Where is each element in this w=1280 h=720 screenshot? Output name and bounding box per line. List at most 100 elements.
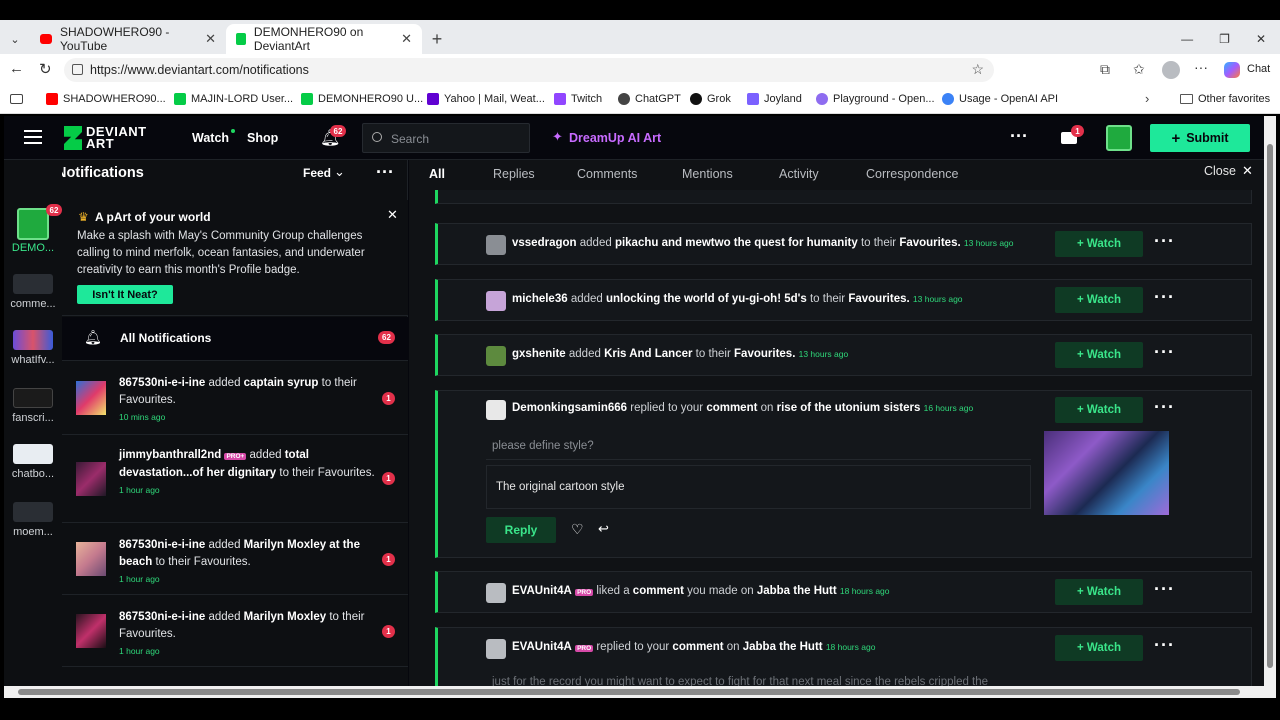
watch-button[interactable]: + Watch bbox=[1055, 635, 1143, 661]
tab-comments[interactable]: Comments bbox=[577, 167, 637, 181]
card-more-icon[interactable]: ··· bbox=[1154, 579, 1175, 600]
item-title[interactable]: comment bbox=[706, 402, 757, 414]
close-tab-icon[interactable]: ✕ bbox=[401, 31, 412, 47]
target-link[interactable]: Jabba the Hutt bbox=[743, 641, 823, 653]
item-title[interactable]: Marilyn Moxley bbox=[244, 611, 326, 623]
watch-button[interactable]: + Watch bbox=[1055, 231, 1143, 257]
rail-item-demonhero[interactable]: 62 DEMO... bbox=[6, 204, 62, 254]
card-more-icon[interactable]: ··· bbox=[1154, 342, 1175, 363]
rail-item[interactable]: fanscri... bbox=[6, 388, 60, 424]
watch-button[interactable]: + Watch bbox=[1055, 342, 1143, 368]
tab-all[interactable]: All bbox=[429, 167, 445, 181]
restore-icon[interactable]: ❐ bbox=[1219, 32, 1230, 46]
rail-item[interactable]: whatIfv... bbox=[6, 330, 60, 366]
rail-item[interactable]: moem... bbox=[6, 502, 60, 538]
rail-item[interactable]: chatbo... bbox=[6, 444, 60, 480]
profile-avatar[interactable] bbox=[1162, 61, 1180, 79]
item-title[interactable]: comment bbox=[672, 641, 723, 653]
avatar[interactable] bbox=[486, 235, 506, 255]
target-link[interactable]: rise of the utonium sisters bbox=[777, 402, 921, 414]
more-options-icon[interactable]: ··· bbox=[1010, 126, 1028, 147]
bookmark-item[interactable]: DEMONHERO90 U... bbox=[301, 93, 423, 105]
avatar[interactable] bbox=[486, 291, 506, 311]
user-avatar[interactable] bbox=[1106, 125, 1132, 151]
avatar[interactable] bbox=[486, 639, 506, 659]
rail-item[interactable]: comme... bbox=[6, 274, 60, 310]
bookmark-item[interactable]: Playground - Open... bbox=[816, 93, 935, 105]
more-menu-icon[interactable]: ··· bbox=[1194, 59, 1208, 75]
bookmark-item[interactable]: Grok bbox=[690, 93, 731, 105]
promo-button[interactable]: Isn't It Neat? bbox=[77, 285, 173, 304]
refresh-icon[interactable]: ↻ bbox=[39, 60, 52, 78]
other-favorites[interactable]: Other favorites bbox=[1180, 93, 1270, 105]
vertical-scrollbar[interactable] bbox=[1264, 116, 1276, 686]
dreamup-link[interactable]: DreamUp AI Art bbox=[569, 131, 661, 145]
user-name[interactable]: EVAUnit4A bbox=[512, 641, 572, 653]
close-window-icon[interactable]: ✕ bbox=[1256, 32, 1266, 46]
watch-button[interactable]: + Watch bbox=[1055, 397, 1143, 423]
search-input[interactable]: Search bbox=[362, 123, 530, 153]
item-title[interactable]: pikachu and mewtwo the quest for humanit… bbox=[615, 237, 858, 249]
tab-replies[interactable]: Replies bbox=[493, 167, 535, 181]
card-more-icon[interactable]: ··· bbox=[1154, 231, 1175, 252]
chevron-down-icon[interactable]: ⌄ bbox=[334, 164, 345, 180]
user-name[interactable]: 867530ni-e-i-ine bbox=[119, 377, 205, 389]
tab-activity[interactable]: Activity bbox=[779, 167, 819, 181]
reading-list-icon[interactable] bbox=[10, 94, 23, 104]
target-link[interactable]: Favourites. bbox=[734, 348, 795, 360]
target-link[interactable]: Jabba the Hutt bbox=[757, 585, 837, 597]
user-name[interactable]: 867530ni-e-i-ine bbox=[119, 611, 205, 623]
bookmark-item[interactable]: Usage - OpenAI API bbox=[942, 93, 1058, 105]
user-name[interactable]: vssedragon bbox=[512, 237, 577, 249]
user-name[interactable]: jimmybanthrall2nd bbox=[119, 449, 221, 461]
user-name[interactable]: gxshenite bbox=[512, 348, 566, 360]
list-item[interactable]: 867530ni-e-i-ine added Marilyn Moxley at… bbox=[62, 523, 408, 595]
scroll-thumb[interactable] bbox=[1267, 144, 1273, 668]
bookmark-item[interactable]: Twitch bbox=[554, 93, 602, 105]
target-link[interactable]: Favourites. bbox=[848, 293, 909, 305]
horizontal-scrollbar[interactable] bbox=[4, 686, 1276, 698]
chevron-right-icon[interactable]: › bbox=[1145, 91, 1149, 106]
watch-button[interactable]: + Watch bbox=[1055, 287, 1143, 313]
user-name[interactable]: michele36 bbox=[512, 293, 568, 305]
tab-actions-button[interactable]: ⌄ bbox=[0, 24, 30, 54]
close-link[interactable]: Close bbox=[1204, 164, 1236, 178]
user-name[interactable]: Demonkingsamin666 bbox=[512, 402, 627, 414]
copilot-icon[interactable] bbox=[1224, 62, 1240, 78]
avatar[interactable] bbox=[486, 400, 506, 420]
sidebar-more-icon[interactable]: ··· bbox=[376, 162, 394, 183]
feed-dropdown[interactable]: Feed bbox=[303, 166, 331, 180]
bookmark-item[interactable]: MAJIN-LORD User... bbox=[174, 93, 293, 105]
item-title[interactable]: Kris And Lancer bbox=[604, 348, 692, 360]
user-name[interactable]: EVAUnit4A bbox=[512, 585, 572, 597]
site-info-icon[interactable] bbox=[72, 64, 83, 75]
favorites-icon[interactable]: ✩ bbox=[1133, 61, 1145, 78]
list-item[interactable]: jimmybanthrall2nd PRO+ added total devas… bbox=[62, 435, 408, 523]
target-link[interactable]: Favourites. bbox=[899, 237, 960, 249]
card-more-icon[interactable]: ··· bbox=[1154, 635, 1175, 656]
reply-arrow-icon[interactable]: ↩ bbox=[598, 521, 609, 537]
tab-youtube[interactable]: SHADOWHERO90 - YouTube ✕ bbox=[30, 24, 226, 54]
card-more-icon[interactable]: ··· bbox=[1154, 397, 1175, 418]
favorite-star-icon[interactable]: ☆ bbox=[971, 61, 984, 78]
tab-correspondence[interactable]: Correspondence bbox=[866, 167, 958, 181]
extensions-icon[interactable]: ⧉ bbox=[1100, 61, 1110, 78]
close-tab-icon[interactable]: ✕ bbox=[205, 31, 216, 47]
url-field[interactable]: https://www.deviantart.com/notifications… bbox=[64, 58, 994, 82]
chat-button[interactable]: Chat bbox=[1247, 63, 1270, 75]
all-notifications-row[interactable]: 🔔︎ All Notifications 62 bbox=[62, 317, 408, 361]
watch-link[interactable]: Watch bbox=[192, 131, 229, 145]
heart-icon[interactable]: ♡ bbox=[571, 521, 584, 538]
list-item[interactable]: 867530ni-e-i-ine added captain syrup to … bbox=[62, 361, 408, 435]
item-title[interactable]: comment bbox=[633, 585, 684, 597]
user-name[interactable]: 867530ni-e-i-ine bbox=[119, 539, 205, 551]
item-title[interactable]: unlocking the world of yu-gi-oh! 5d's bbox=[606, 293, 807, 305]
deviantart-logo[interactable]: DEVIANT ART bbox=[64, 125, 147, 150]
submit-button[interactable]: + Submit bbox=[1150, 124, 1250, 152]
item-title[interactable]: captain syrup bbox=[244, 377, 319, 389]
close-promo-icon[interactable]: ✕ bbox=[387, 207, 398, 223]
scroll-thumb[interactable] bbox=[18, 689, 1240, 695]
hamburger-menu-icon[interactable] bbox=[24, 130, 42, 144]
avatar[interactable] bbox=[486, 583, 506, 603]
list-item[interactable]: 867530ni-e-i-ine added Marilyn Moxley to… bbox=[62, 595, 408, 667]
